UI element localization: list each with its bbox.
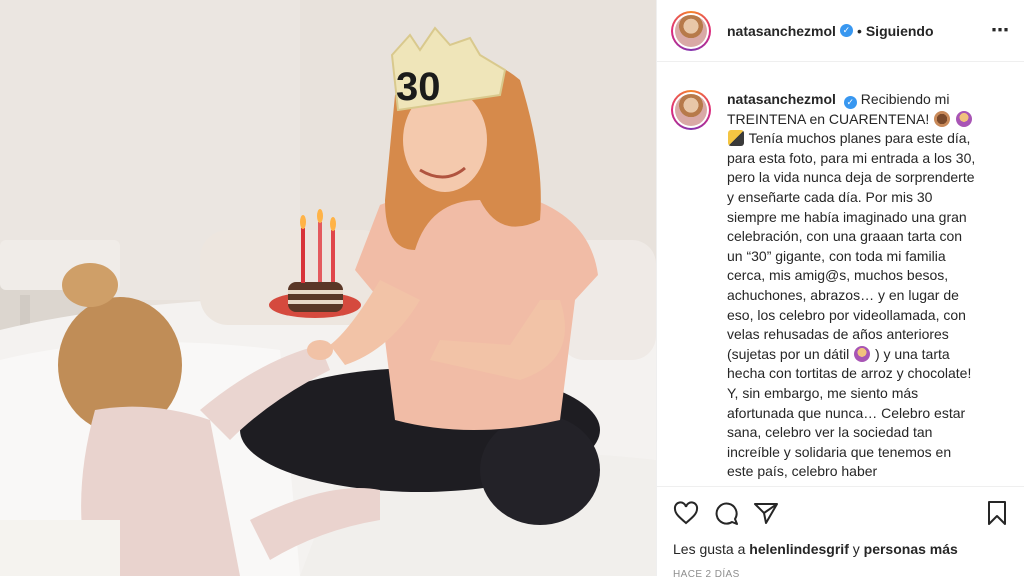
caption-part-3: ) y una tarta hecha con tortitas de arro… (727, 345, 972, 480)
caption-verified-icon: ✓ (843, 96, 857, 109)
post-image: 30 (0, 0, 656, 576)
comment-bubble-icon[interactable] (713, 500, 739, 526)
share-paper-plane-icon[interactable] (753, 501, 779, 525)
caption: natasanchezmol ✓ Recibiendo mi TREINTENA… (671, 90, 1010, 482)
post-header: natasanchezmol ✓ • Siguiendo ⋯ (657, 0, 1024, 62)
cake-emoji-icon (934, 110, 951, 127)
crown-text: 30 (396, 65, 441, 109)
woman-gesture-emoji-icon (956, 110, 973, 127)
caption-part-2: Tenía muchos planes para este día, para … (727, 130, 976, 362)
post-photo[interactable]: 30 (0, 0, 656, 576)
post-sidebar: natasanchezmol ✓ • Siguiendo ⋯ natasanch… (656, 0, 1024, 580)
woman-shrug-emoji-icon (854, 345, 871, 362)
likes-line: Les gusta a helenlindesgrif y personas m… (673, 541, 1008, 557)
comments-section[interactable]: natasanchezmol ✓ Recibiendo mi TREINTENA… (657, 62, 1024, 486)
following-button[interactable]: Siguiendo (866, 23, 934, 39)
likes-prefix: Les gusta a (673, 541, 746, 557)
caption-avatar[interactable] (671, 90, 711, 130)
liked-by-user-link[interactable]: helenlindesgrif (749, 541, 849, 557)
save-bookmark-icon[interactable] (986, 500, 1008, 526)
likes-others-link[interactable]: personas más (864, 541, 958, 557)
username-link[interactable]: natasanchezmol (727, 23, 836, 39)
caption-username-link[interactable]: natasanchezmol (727, 91, 836, 107)
post-actions: Les gusta a helenlindesgrif y personas m… (657, 486, 1024, 580)
more-options-icon[interactable]: ⋯ (991, 20, 1010, 41)
verified-badge-icon: ✓ (839, 24, 853, 37)
post-timestamp[interactable]: HACE 2 DÍAS (673, 569, 1008, 580)
party-popper-emoji-icon (728, 130, 744, 147)
caption-text: natasanchezmol ✓ Recibiendo mi TREINTENA… (727, 90, 977, 482)
like-heart-icon[interactable] (673, 501, 699, 525)
avatar[interactable] (671, 10, 711, 51)
likes-conjunction: y (852, 541, 860, 557)
action-icons (673, 497, 1008, 529)
separator-dot: • (856, 22, 862, 39)
